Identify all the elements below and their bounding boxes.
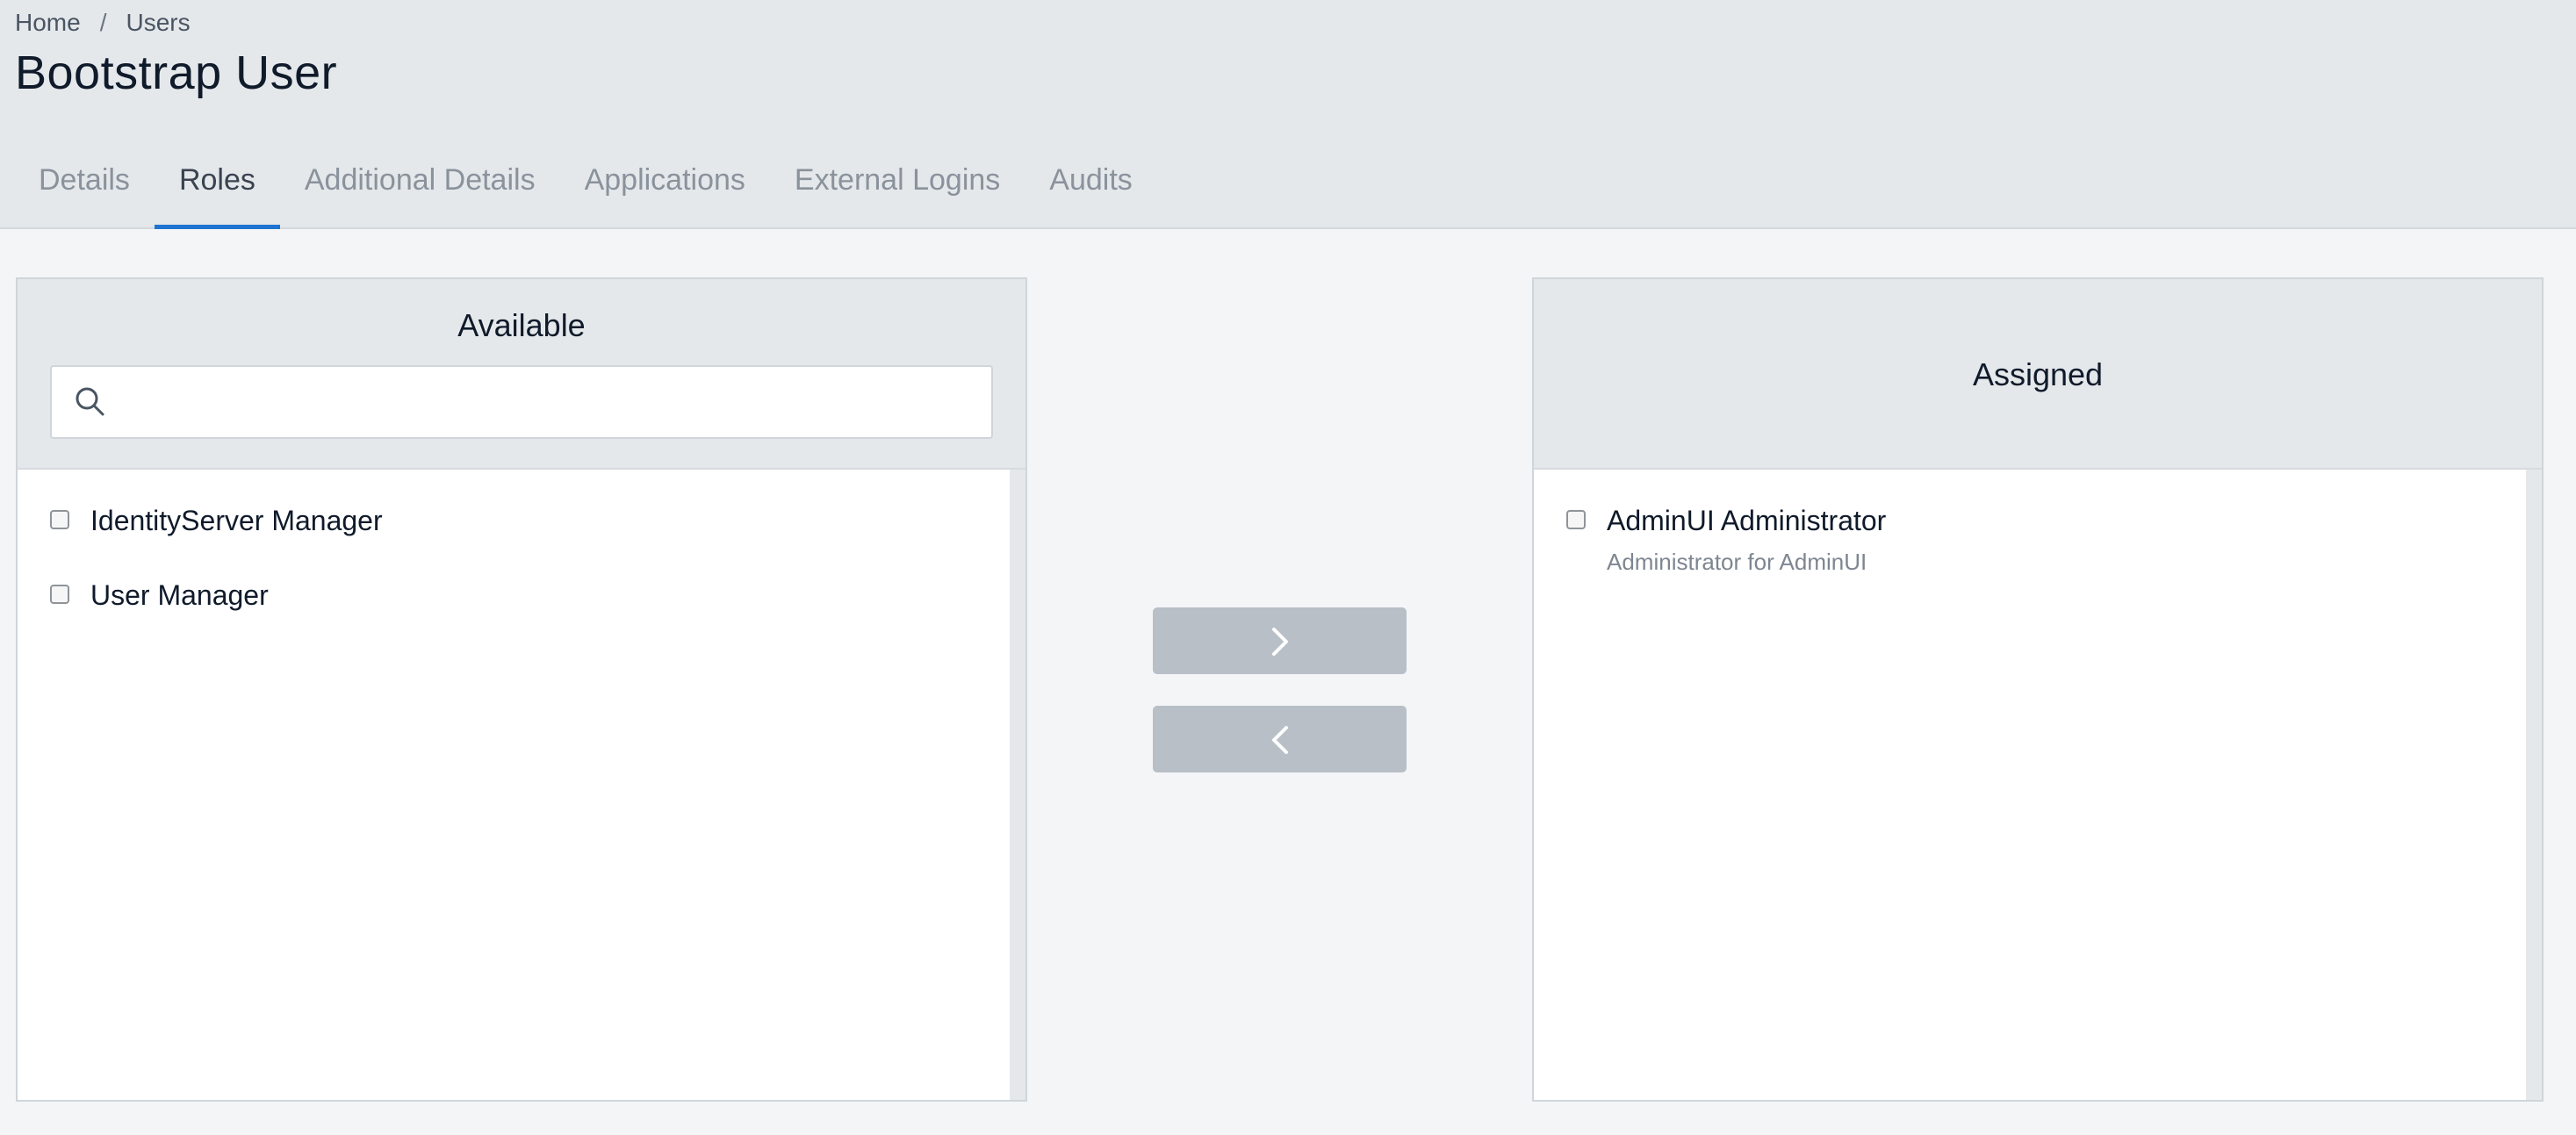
- page-header: Home / Users Bootstrap User Details Role…: [0, 0, 2576, 229]
- available-list: IdentityServer Manager User Manager: [18, 470, 1010, 1100]
- role-checkbox[interactable]: [50, 510, 69, 529]
- breadcrumb-home-link[interactable]: Home: [15, 9, 81, 37]
- role-label: User Manager: [90, 579, 269, 611]
- search-box: [50, 365, 993, 439]
- assigned-title: Assigned: [1972, 356, 2104, 392]
- role-label: IdentityServer Manager: [90, 505, 383, 536]
- role-description: Administrator for AdminUI: [1607, 549, 1867, 575]
- tab-bar: Details Roles Additional Details Applica…: [0, 149, 1157, 229]
- role-label: AdminUI Administrator: [1607, 505, 1887, 536]
- chevron-right-icon: [1272, 628, 1288, 656]
- breadcrumb: Home / Users: [15, 9, 191, 37]
- tab-applications[interactable]: Applications: [560, 149, 770, 229]
- breadcrumb-users-link[interactable]: Users: [126, 9, 190, 37]
- tab-audits[interactable]: Audits: [1025, 149, 1157, 229]
- tab-external-logins[interactable]: External Logins: [770, 149, 1025, 229]
- assigned-list: AdminUI Administrator Administrator for …: [1534, 470, 2526, 1100]
- available-panel-header: Available: [18, 279, 1025, 470]
- search-input[interactable]: [122, 367, 977, 439]
- scrollbar[interactable]: [1010, 470, 1025, 1100]
- assigned-panel: Assigned AdminUI Administrator Administr…: [1532, 277, 2544, 1102]
- role-checkbox[interactable]: [50, 585, 69, 604]
- available-title: Available: [457, 307, 586, 343]
- tab-details[interactable]: Details: [0, 149, 155, 229]
- role-checkbox[interactable]: [1566, 510, 1586, 529]
- tab-additional-details[interactable]: Additional Details: [280, 149, 560, 229]
- search-icon: [76, 387, 104, 416]
- unassign-button[interactable]: [1153, 706, 1407, 772]
- page-title: Bootstrap User: [15, 47, 338, 99]
- chevron-left-icon: [1272, 726, 1288, 754]
- available-panel: Available IdentityServer Manager User Ma…: [16, 277, 1027, 1102]
- tab-roles[interactable]: Roles: [154, 149, 280, 229]
- breadcrumb-separator: /: [99, 9, 107, 36]
- assign-button[interactable]: [1153, 607, 1407, 674]
- scrollbar[interactable]: [2526, 470, 2542, 1100]
- assigned-panel-header: Assigned: [1534, 279, 2542, 470]
